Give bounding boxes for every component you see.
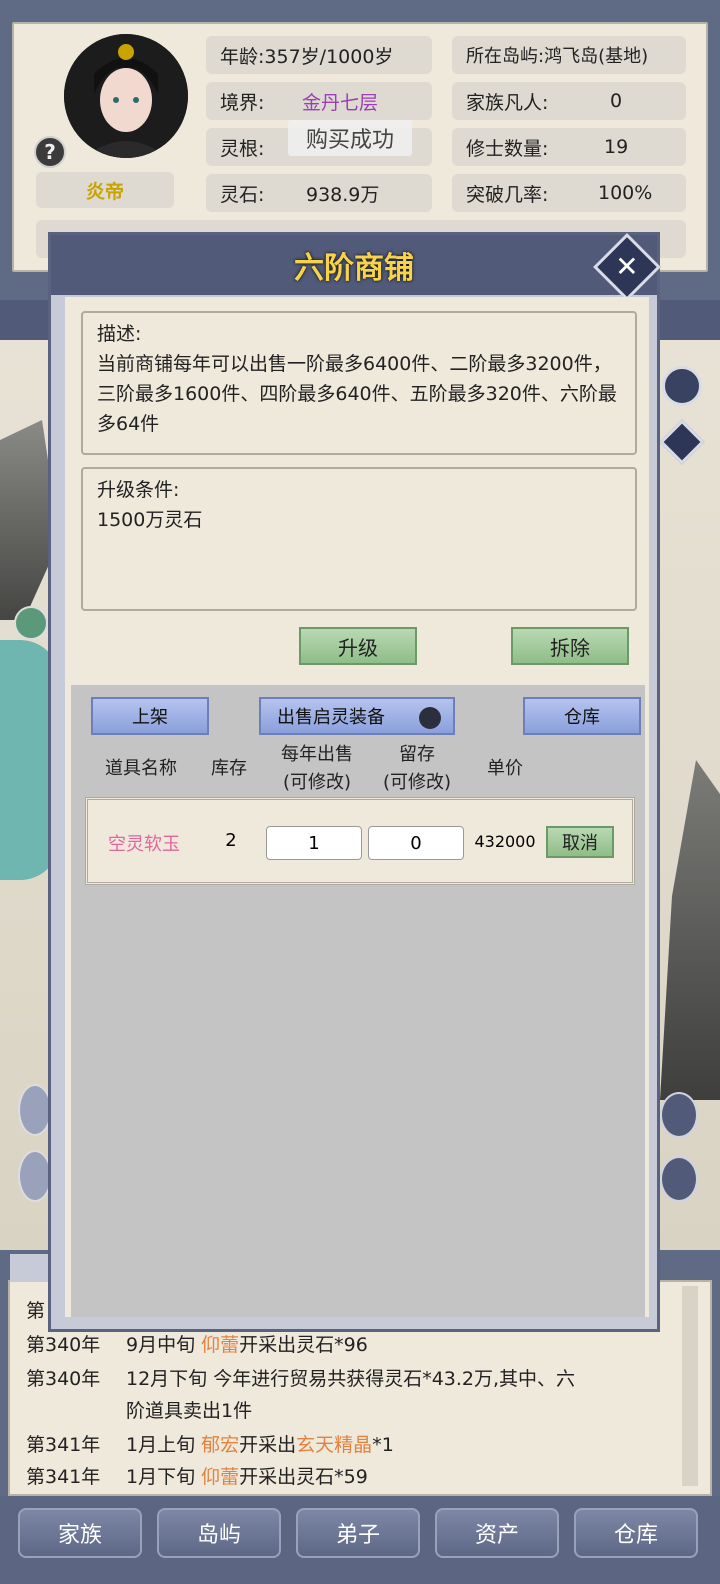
item-price: 432000: [474, 832, 536, 851]
cancel-listing-button[interactable]: 取消: [546, 826, 614, 858]
modal-title: 六阶商铺: [294, 251, 414, 286]
toast-message: 购买成功: [288, 120, 412, 156]
island-field: 所在岛屿:鸿飞岛(基地): [452, 36, 686, 74]
table-row: 空灵软玉 2 1 0 432000 取消: [85, 797, 635, 885]
list-item-button[interactable]: 上架: [91, 697, 209, 735]
nav-family-button[interactable]: 家族: [18, 1508, 142, 1558]
log-line: 第341年 1月下旬 仰蕾开采出灵石*59: [26, 1466, 368, 1488]
modal-body: 描述: 当前商铺每年可以出售一阶最多6400件、二阶最多3200件，三阶最多16…: [65, 297, 649, 1317]
warehouse-button[interactable]: 仓库: [523, 697, 641, 735]
keep-input[interactable]: 0: [368, 826, 464, 860]
nav-disciple-button[interactable]: 弟子: [296, 1508, 420, 1558]
character-name[interactable]: 炎帝: [36, 172, 174, 208]
log-line: 第341年 1月上旬 郁宏开采出玄天精晶*1: [26, 1434, 394, 1456]
upgrade-box: 升级条件: 1500万灵石: [81, 467, 637, 611]
pause-icon[interactable]: [662, 366, 702, 406]
upgrade-text: 1500万灵石: [97, 509, 203, 531]
column-header-name: 道具名称: [105, 758, 177, 779]
cultivator-value: 19: [604, 136, 629, 158]
upgrade-title: 升级条件:: [97, 479, 180, 501]
upgrade-button[interactable]: 升级: [299, 627, 417, 665]
bottom-nav: 家族 岛屿 弟子 资产 仓库: [0, 1496, 720, 1584]
modal-titlebar: 六阶商铺: [51, 235, 657, 295]
description-box: 描述: 当前商铺每年可以出售一阶最多6400件、二阶最多3200件，三阶最多16…: [81, 311, 637, 455]
character-icon[interactable]: [18, 1084, 52, 1136]
spirit-root-label: 灵根:: [220, 137, 265, 160]
yearly-sell-input[interactable]: 1: [266, 826, 362, 860]
tool-icon[interactable]: [18, 1150, 52, 1202]
shop-listing-area: 上架 出售启灵装备 仓库 道具名称 库存 每年出售 (可修改) 留存 (可修改) 单…: [71, 685, 645, 1317]
cultivator-label: 修士数量:: [466, 137, 549, 160]
realm-field: 境界: 金丹七层: [206, 82, 432, 120]
toggle-knob-icon: [419, 707, 441, 729]
log-line: 第340年 9月中旬 仰蕾开采出灵石*96: [26, 1334, 368, 1356]
family-label: 家族凡人:: [466, 91, 549, 114]
log-scrollbar[interactable]: [682, 1286, 698, 1486]
log-line: 第340年 12月下旬 今年进行贸易共获得灵石*43.2万,其中、六: [26, 1368, 576, 1390]
map-tab[interactable]: [660, 300, 720, 340]
alert-icon[interactable]: [660, 1092, 698, 1138]
item-name: 空灵软玉: [108, 834, 180, 855]
column-header-stock: 库存: [211, 758, 247, 779]
column-header-keep: 留存 (可修改): [382, 744, 452, 793]
description-text: 当前商铺每年可以出售一阶最多6400件、二阶最多3200件，三阶最多1600件、…: [97, 353, 617, 435]
sell-equipment-toggle[interactable]: 出售启灵装备: [259, 697, 455, 735]
island-value: 所在岛屿:鸿飞岛(基地): [466, 46, 649, 67]
description-title: 描述:: [97, 323, 142, 345]
spirit-stone-label: 灵石:: [220, 183, 265, 206]
nav-warehouse-button[interactable]: 仓库: [574, 1508, 698, 1558]
family-value: 0: [610, 90, 623, 112]
item-stock: 2: [225, 830, 237, 851]
age-field: 年龄: 357岁/1000岁: [206, 36, 432, 74]
map-tab[interactable]: [0, 300, 52, 340]
close-icon: ✕: [615, 250, 639, 283]
age-label: 年龄:: [220, 45, 265, 68]
realm-value: 金丹七层: [302, 91, 379, 114]
shop-modal: 六阶商铺 ✕ 描述: 当前商铺每年可以出售一阶最多6400件、二阶最多3200件…: [48, 232, 661, 1332]
log-line: 阶道具卖出1件: [126, 1400, 253, 1422]
cultivator-field: 修士数量: 19: [452, 128, 686, 166]
breakthrough-value: 100%: [598, 182, 653, 204]
demolish-button[interactable]: 拆除: [511, 627, 629, 665]
family-field: 家族凡人: 0: [452, 82, 686, 120]
spirit-stone-field: 灵石: 938.9万: [206, 174, 432, 212]
gear-icon[interactable]: [660, 1156, 698, 1202]
help-icon[interactable]: ?: [34, 136, 66, 168]
spirit-stone-value: 938.9万: [306, 183, 380, 206]
sell-toggle-label: 出售启灵装备: [277, 707, 385, 728]
character-avatar[interactable]: [64, 34, 188, 158]
disciple-marker-icon[interactable]: [14, 606, 48, 640]
column-header-price: 单价: [487, 758, 523, 779]
realm-label: 境界:: [220, 91, 265, 114]
nav-island-button[interactable]: 岛屿: [157, 1508, 281, 1558]
column-header-yearly: 每年出售 (可修改): [281, 744, 353, 793]
breakthrough-field: 突破几率: 100%: [452, 174, 686, 212]
breakthrough-label: 突破几率:: [466, 183, 549, 206]
age-value: 357岁/1000岁: [264, 45, 394, 68]
nav-assets-button[interactable]: 资产: [435, 1508, 559, 1558]
